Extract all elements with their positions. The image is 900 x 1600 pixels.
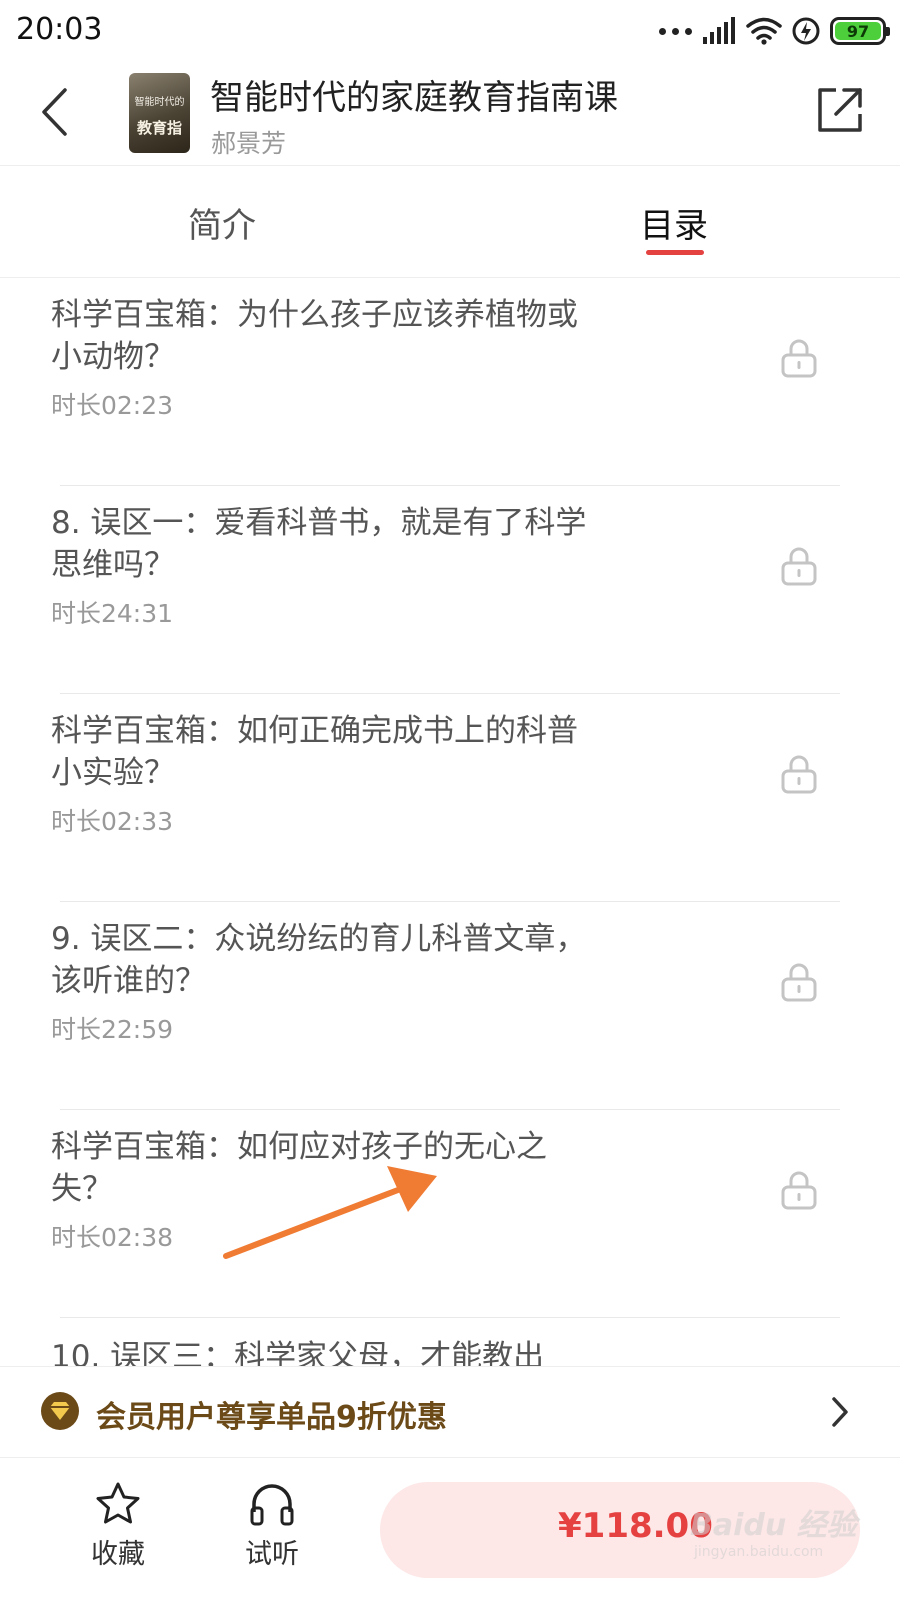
trial-listen-label: 试听 [245,1539,299,1570]
list-item[interactable]: 9. 误区二：众说纷纭的育儿科普文章，该听谁的？ 时长22:59 [0,902,900,1110]
favorite-label: 收藏 [91,1539,145,1570]
battery-level: 97 [835,22,881,41]
header: 智能时代的 教育指 智能时代的家庭教育指南课 郝景芳 [0,62,900,166]
tab-intro[interactable]: 简介 [188,198,256,247]
lesson-duration: 时长02:23 [51,391,174,420]
lesson-title: 科学百宝箱：如何应对孩子的无心之失？ [51,1129,547,1207]
course-author: 郝景芳 [211,129,287,158]
lock-icon [781,1171,817,1210]
watermark-logo: Baidu 经验 [690,1508,857,1543]
promo-text: 会员用户尊享单品9折优惠 [96,1400,447,1435]
catalog-list[interactable]: 科学百宝箱：为什么孩子应该养植物或小动物？ 时长02:23 8. 误区一：爱看科… [0,278,900,1366]
status-bar: 20:03 97 [0,0,900,62]
charging-icon [792,17,820,45]
battery-icon: 97 [830,17,890,45]
lock-icon [781,755,817,794]
watermark-url: jingyan.baidu.com [694,1544,824,1560]
lesson-title: 9. 误区二：众说纷纭的育儿科普文章，该听谁的？ [51,921,587,999]
lesson-duration: 时长24:31 [51,599,174,628]
tab-bar: 简介 目录 [0,166,900,278]
member-promo-banner[interactable]: 会员用户尊享单品9折优惠 [0,1366,900,1458]
watermark: Baidu 经验 jingyan.baidu.com [690,1500,880,1580]
vip-diamond-icon [41,1392,79,1430]
lesson-title: 科学百宝箱：如何正确完成书上的科普小实验？ [51,713,578,791]
list-item[interactable]: 科学百宝箱：如何应对孩子的无心之失？ 时长02:38 [0,1110,900,1318]
share-button[interactable] [814,84,866,136]
lock-icon [781,963,817,1002]
course-cover: 智能时代的 教育指 [129,73,190,153]
list-item[interactable]: 10. 误区三：科学家父母，才能教出 [0,1318,900,1366]
active-tab-indicator [646,250,704,255]
list-item[interactable]: 科学百宝箱：如何正确完成书上的科普小实验？ 时长02:33 [0,694,900,902]
lesson-title: 8. 误区一：爱看科普书，就是有了科学思维吗？ [51,505,587,583]
cover-text-large: 教育指 [136,119,182,137]
back-button[interactable] [28,82,80,142]
cover-text-small: 智能时代的 [134,97,185,108]
course-title: 智能时代的家庭教育指南课 [210,78,618,118]
status-icons: 97 [659,14,890,48]
lock-icon [781,339,817,378]
headphones-icon [250,1484,294,1526]
favorite-button[interactable]: 收藏 [68,1480,168,1580]
chevron-left-icon [42,88,67,136]
list-item[interactable]: 科学百宝箱：为什么孩子应该养植物或小动物？ 时长02:23 [0,278,900,486]
signal-icon [703,17,735,44]
share-icon [818,88,862,132]
trial-listen-button[interactable]: 试听 [222,1480,322,1580]
lesson-title: 10. 误区三：科学家父母，才能教出 [51,1339,545,1366]
more-dots-icon [659,27,692,35]
status-time: 20:03 [16,12,103,47]
tab-catalog[interactable]: 目录 [640,198,708,247]
list-item[interactable]: 8. 误区一：爱看科普书，就是有了科学思维吗？ 时长24:31 [0,486,900,694]
lesson-duration: 时长22:59 [51,1015,174,1044]
chevron-right-icon [832,1397,848,1427]
lesson-title: 科学百宝箱：为什么孩子应该养植物或小动物？ [51,297,578,375]
wifi-icon [746,17,782,45]
lesson-duration: 时长02:33 [51,807,174,836]
star-icon [96,1482,140,1524]
lock-icon [781,547,817,586]
lesson-duration: 时长02:38 [51,1223,174,1252]
